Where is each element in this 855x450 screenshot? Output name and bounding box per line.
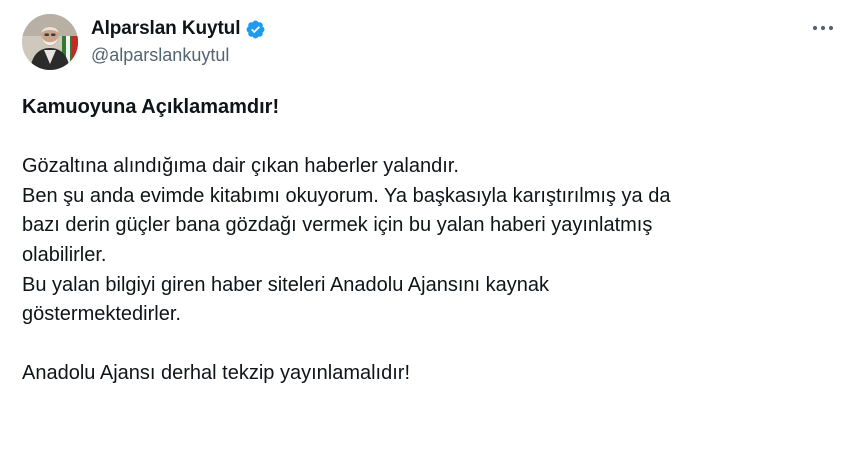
tweet-text: Kamuoyuna Açıklamamdır! Gözaltına alındı… xyxy=(22,93,842,389)
more-horizontal-icon xyxy=(812,25,834,31)
tweet-line: olabilirler. xyxy=(22,243,107,266)
tweet-line: Gözaltına alındığıma dair çıkan haberler… xyxy=(22,155,459,178)
avatar[interactable] xyxy=(22,14,78,70)
profile-photo xyxy=(22,14,78,70)
author-block: Alparslan Kuytul @alparslankuytul xyxy=(91,17,266,66)
display-name[interactable]: Alparslan Kuytul xyxy=(91,18,240,40)
tweet-line: Bu yalan bilgiyi giren haber siteleri An… xyxy=(22,273,549,296)
tweet-line: bazı derin güçler bana gözdağı vermek iç… xyxy=(22,214,653,237)
name-row: Alparslan Kuytul xyxy=(91,17,266,41)
more-options-button[interactable] xyxy=(806,16,840,40)
tweet-headline: Kamuoyuna Açıklamamdır! xyxy=(22,96,280,118)
tweet-line: Ben şu anda evimde kitabımı okuyorum. Ya… xyxy=(22,184,671,207)
handle[interactable]: @alparslankuytul xyxy=(91,45,266,66)
tweet-closing: Anadolu Ajansı derhal tekzip yayınlamalı… xyxy=(22,362,410,385)
tweet-line: göstermektedirler. xyxy=(22,303,181,326)
tweet-card: Alparslan Kuytul @alparslankuytul Kamuoy… xyxy=(0,0,855,450)
verified-badge-icon xyxy=(245,19,266,40)
